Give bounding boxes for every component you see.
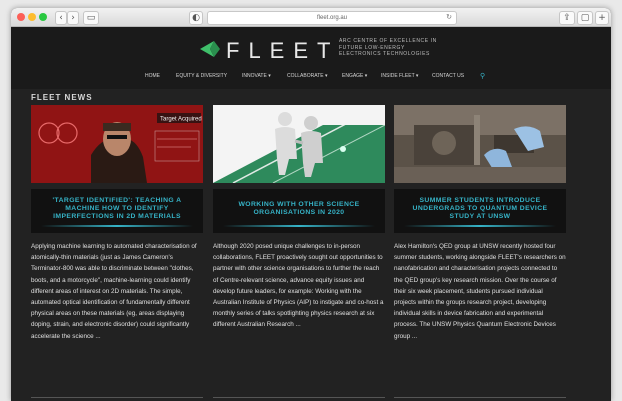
divider [394, 397, 566, 398]
card-title[interactable]: SUMMER STUDENTS INTRODUCE UNDERGRADS TO … [400, 197, 560, 221]
nav-item-collaborate[interactable]: COLLABORATE ▾ [287, 73, 327, 79]
card-title[interactable]: 'TARGET IDENTIFIED': TEACHING A MACHINE … [37, 197, 197, 221]
tagline-line: ELECTRONICS TECHNOLOGIES [339, 51, 430, 57]
back-button[interactable]: ‹ [55, 11, 67, 25]
nav-item-innovate[interactable]: INNOVATE ▾ [242, 73, 271, 79]
shield-icon[interactable]: ◐ [189, 11, 203, 25]
section-title: FLEET NEWS [31, 93, 93, 102]
share-button[interactable]: ⇪ [559, 11, 575, 25]
card-title-line: 'TARGET IDENTIFIED': TEACHING A [52, 197, 182, 204]
card-title-line: UNDERGRADS TO QUANTUM DEVICE [412, 205, 548, 212]
browser-window: ‹ › ▭ ◐ fleet.org.au ↻ ⇪ ▢ + FLEET ARC C… [11, 8, 611, 401]
nav-item-equity-diversity[interactable]: EQUITY & DIVERSITY [176, 73, 227, 79]
news-card[interactable]: SUMMER STUDENTS INTRODUCE UNDERGRADS TO … [394, 105, 566, 401]
card-title-line: SUMMER STUDENTS INTRODUCE [419, 197, 541, 204]
logo-text[interactable]: FLEET [226, 38, 339, 64]
card-excerpt: Alex Hamilton's QED group at UNSW recent… [394, 243, 566, 340]
card-title-banner[interactable]: WORKING WITH OTHER SCIENCE ORGANISATIONS… [213, 189, 385, 233]
news-card[interactable]: WORKING WITH OTHER SCIENCE ORGANISATIONS… [213, 105, 385, 401]
banner-accent-bar [404, 225, 556, 227]
address-bar[interactable]: fleet.org.au ↻ [207, 11, 457, 25]
search-icon[interactable]: ⚲ [480, 72, 485, 80]
divider [31, 397, 203, 398]
main-content: FLEET NEWS Target Acquired 'TARGET IDENT… [11, 89, 611, 401]
nav-item-contact-us[interactable]: CONTACT US [432, 73, 464, 79]
card-excerpt: Although 2020 posed unique challenges to… [213, 243, 384, 329]
main-nav: HOME EQUITY & DIVERSITY INNOVATE ▾ COLLA… [11, 73, 611, 87]
card-title-line: STUDY AT UNSW [449, 213, 511, 220]
card-title-banner[interactable]: SUMMER STUDENTS INTRODUCE UNDERGRADS TO … [394, 189, 566, 233]
site-header: FLEET ARC CENTRE OF EXCELLENCE IN FUTURE… [11, 27, 611, 89]
close-window-button[interactable] [17, 13, 25, 21]
card-title-line: IMPERFECTIONS IN 2D MATERIALS [53, 213, 181, 220]
forward-button[interactable]: › [67, 11, 79, 25]
card-title-line: MACHINE HOW TO IDENTIFY [65, 205, 169, 212]
card-image-terminator[interactable]: Target Acquired [31, 105, 203, 183]
card-title-line: WORKING WITH OTHER SCIENCE [238, 201, 360, 208]
card-excerpt: Applying machine learning to automated c… [31, 243, 197, 340]
tagline-line: ARC CENTRE OF EXCELLENCE IN [339, 38, 437, 44]
maximize-window-button[interactable] [39, 13, 47, 21]
card-image-handshake[interactable] [213, 105, 385, 183]
nav-item-engage[interactable]: ENGAGE ▾ [342, 73, 367, 79]
card-title-line: ORGANISATIONS IN 2020 [253, 209, 345, 216]
divider [213, 397, 385, 398]
banner-accent-bar [223, 225, 375, 227]
news-card[interactable]: Target Acquired 'TARGET IDENTIFIED': TEA… [31, 105, 203, 401]
banner-accent-bar [41, 225, 193, 227]
sidebar-toggle-button[interactable]: ▭ [83, 11, 99, 25]
tagline: ARC CENTRE OF EXCELLENCE IN FUTURE LOW-E… [339, 38, 439, 58]
url-text: fleet.org.au [316, 15, 348, 21]
website: FLEET ARC CENTRE OF EXCELLENCE IN FUTURE… [11, 27, 611, 401]
browser-toolbar: ‹ › ▭ ◐ fleet.org.au ↻ ⇪ ▢ + [11, 8, 611, 27]
fleet-logo-icon[interactable] [200, 41, 220, 57]
nav-item-inside-fleet[interactable]: INSIDE FLEET ▾ [381, 73, 418, 79]
card-image-lab[interactable] [394, 105, 566, 183]
reload-icon[interactable]: ↻ [446, 12, 452, 24]
image-caption: Target Acquired [160, 117, 202, 123]
new-tab-button[interactable]: + [595, 11, 609, 25]
nav-item-home[interactable]: HOME [145, 73, 160, 79]
tabs-button[interactable]: ▢ [577, 11, 593, 25]
minimize-window-button[interactable] [28, 13, 36, 21]
card-title[interactable]: WORKING WITH OTHER SCIENCE ORGANISATIONS… [219, 201, 379, 217]
card-title-banner[interactable]: 'TARGET IDENTIFIED': TEACHING A MACHINE … [31, 189, 203, 233]
